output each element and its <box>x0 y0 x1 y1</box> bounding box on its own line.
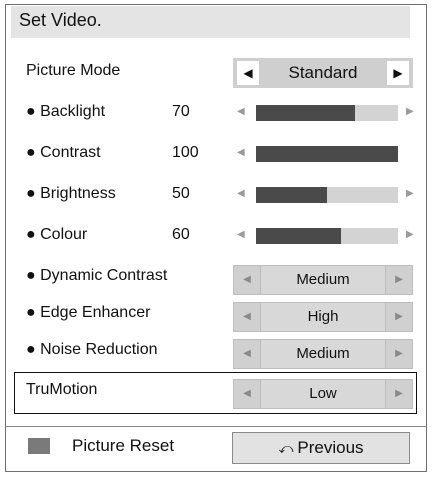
selector-label: ● Noise Reduction <box>26 341 158 358</box>
slider-track[interactable] <box>256 105 398 121</box>
picture-mode-label: Picture Mode <box>26 62 121 79</box>
slider-track[interactable] <box>256 187 398 203</box>
right-arrow-icon[interactable]: ▶ <box>385 380 412 408</box>
slider-right-arrow-icon[interactable]: ▶ <box>406 106 414 117</box>
slider-left-arrow-icon[interactable]: ◀ <box>237 106 245 117</box>
selector-value: Medium <box>296 271 350 288</box>
left-triangle-icon[interactable]: ◀ <box>237 61 259 85</box>
option-selector[interactable]: ◀ High ▶ <box>233 302 413 332</box>
slider-left-arrow-icon[interactable]: ◀ <box>237 147 245 158</box>
right-arrow-icon[interactable]: ▶ <box>385 266 412 294</box>
left-arrow-icon[interactable]: ◀ <box>234 303 261 331</box>
picture-mode-value: Standard <box>288 63 358 82</box>
left-arrow-icon[interactable]: ◀ <box>234 340 261 368</box>
selector-value: Medium <box>296 345 350 362</box>
slider-label: ● Contrast <box>26 144 101 161</box>
slider-left-arrow-icon[interactable]: ◀ <box>237 229 245 240</box>
slider-label: ● Brightness <box>26 185 116 202</box>
selector-label: ● Edge Enhancer <box>26 304 151 321</box>
selector-label: ● Dynamic Contrast <box>26 267 168 284</box>
slider-fill <box>256 146 398 162</box>
slider-value: 100 <box>172 144 199 161</box>
option-selector[interactable]: ◀ Low ▶ <box>233 379 413 409</box>
left-arrow-icon[interactable]: ◀ <box>234 266 261 294</box>
slider-value: 50 <box>172 185 190 202</box>
picture-mode-selector[interactable]: ◀ Standard ▶ <box>233 58 413 88</box>
slider-track[interactable] <box>256 146 398 162</box>
footer-divider <box>6 426 426 427</box>
left-arrow-icon[interactable]: ◀ <box>234 380 261 408</box>
slider-label: ● Colour <box>26 226 88 243</box>
reset-color-key <box>28 438 50 454</box>
slider-fill <box>256 105 355 121</box>
slider-left-arrow-icon[interactable]: ◀ <box>237 188 245 199</box>
slider-track[interactable] <box>256 228 398 244</box>
slider-label: ● Backlight <box>26 103 106 120</box>
right-arrow-icon[interactable]: ▶ <box>385 303 412 331</box>
selector-value: Low <box>309 385 337 402</box>
right-triangle-icon[interactable]: ▶ <box>387 61 409 85</box>
selector-value: High <box>307 308 339 325</box>
previous-label: Previous <box>297 438 364 457</box>
option-selector[interactable]: ◀ Medium ▶ <box>233 265 413 295</box>
slider-right-arrow-icon[interactable]: ▶ <box>406 188 414 199</box>
return-arrow-icon: ⤺ <box>278 440 294 456</box>
selector-label: TruMotion <box>26 381 98 398</box>
previous-button[interactable]: ⤺ Previous <box>232 432 410 464</box>
right-arrow-icon[interactable]: ▶ <box>385 340 412 368</box>
page-title: Set Video. <box>19 10 102 30</box>
slider-fill <box>256 187 327 203</box>
slider-right-arrow-icon[interactable]: ▶ <box>406 229 414 240</box>
slider-value: 60 <box>172 226 190 243</box>
slider-value: 70 <box>172 103 190 120</box>
slider-fill <box>256 228 341 244</box>
option-selector[interactable]: ◀ Medium ▶ <box>233 339 413 369</box>
picture-reset-label[interactable]: Picture Reset <box>72 436 174 456</box>
title-bar: Set Video. <box>11 6 410 38</box>
